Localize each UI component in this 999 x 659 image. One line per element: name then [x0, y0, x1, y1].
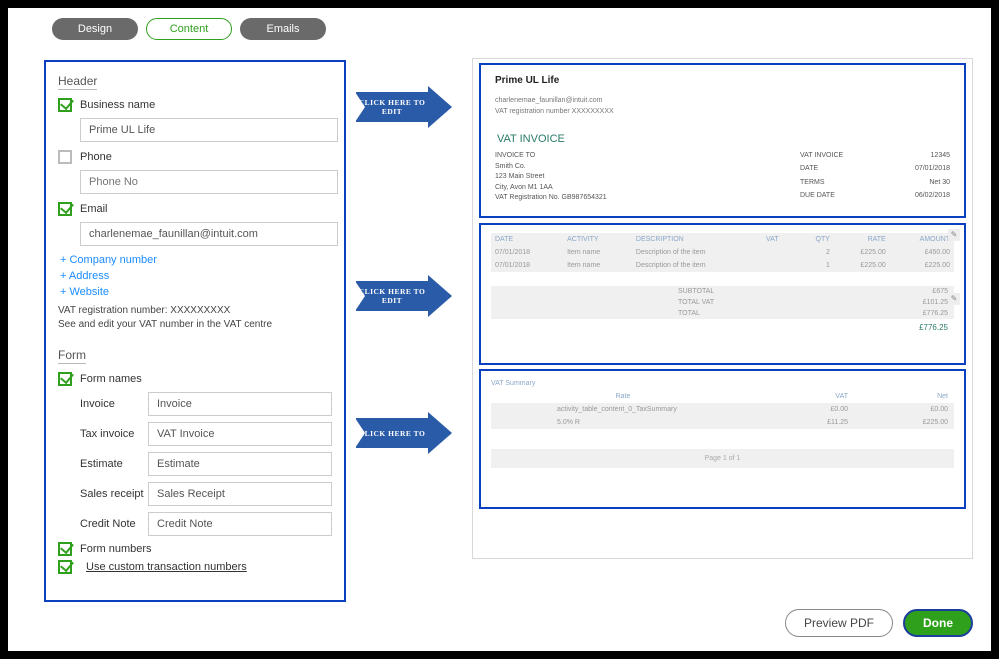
checkbox-form-names[interactable]	[58, 372, 72, 386]
vat-summary-row: activity_table_content_0_TaxSummary £0.0…	[491, 403, 954, 416]
input-email[interactable]	[80, 222, 338, 246]
label-form-names: Form names	[80, 373, 142, 385]
input-tax-invoice-name[interactable]	[148, 422, 332, 446]
label-form-numbers: Form numbers	[80, 543, 152, 555]
preview-bill-to: INVOICE TO Smith Co. 123 Main Street Cit…	[495, 151, 800, 204]
section-header: Header	[58, 74, 97, 90]
label-email: Email	[80, 203, 108, 215]
input-sales-receipt-name[interactable]	[148, 482, 332, 506]
input-credit-note-name[interactable]	[148, 512, 332, 536]
tabs-bar: Design Content Emails	[8, 8, 991, 46]
app-window: Design Content Emails Header Business na…	[8, 8, 991, 651]
label-business-name: Business name	[80, 99, 155, 111]
tab-emails[interactable]: Emails	[240, 18, 326, 40]
page-indicator: Page 1 of 1	[491, 449, 954, 468]
preview-header-region[interactable]: Prime UL Life charlenemae_faunillan@intu…	[479, 63, 966, 218]
preview-contact-lines: charlenemae_faunillan@intuit.com VAT reg…	[495, 96, 950, 117]
preview-line-items-table: DATE ACTIVITY DESCRIPTION VAT QTY RATE A…	[491, 233, 954, 272]
link-address[interactable]: + Address	[60, 270, 332, 282]
label-invoice: Invoice	[58, 398, 148, 410]
label-custom-txn: Use custom transaction numbers	[86, 561, 247, 573]
preview-balance-due: £776.25	[491, 319, 954, 336]
arrow-annotation-2: CLICK HERE TO EDIT	[356, 275, 454, 317]
checkbox-email[interactable]	[58, 202, 72, 216]
done-button[interactable]: Done	[903, 609, 973, 637]
preview-totals: SUBTOTAL£675 TOTAL VAT£101.25 TOTAL£776.…	[491, 286, 954, 319]
table-row: 07/01/2018 Item name Description of the …	[491, 246, 954, 259]
button-bar: Preview PDF Done	[785, 609, 973, 637]
checkbox-custom-txn[interactable]	[58, 560, 72, 574]
link-website[interactable]: + Website	[60, 286, 332, 298]
checkbox-form-numbers[interactable]	[58, 542, 72, 556]
input-phone[interactable]	[80, 170, 338, 194]
edit-panel: Header Business name Phone Email + Compa…	[44, 60, 346, 602]
arrow-annotation-1: CLICK HERE TO EDIT	[356, 86, 454, 128]
pencil-icon[interactable]: ✎	[948, 229, 960, 241]
checkbox-business-name[interactable]	[58, 98, 72, 112]
preview-pdf-button[interactable]: Preview PDF	[785, 609, 893, 637]
checkbox-phone[interactable]	[58, 150, 72, 164]
label-sales-receipt: Sales receipt	[58, 488, 148, 500]
tab-design[interactable]: Design	[52, 18, 138, 40]
table-row: 07/01/2018 Item name Description of the …	[491, 259, 954, 272]
arrow-annotation-3: CLICK HERE TO	[356, 412, 454, 454]
vat-registration-note: VAT registration number: XXXXXXXXX See a…	[58, 304, 332, 332]
label-phone: Phone	[80, 151, 112, 163]
preview-doc-title: VAT INVOICE	[497, 133, 950, 145]
pencil-icon[interactable]: ✎	[948, 293, 960, 305]
input-invoice-name[interactable]	[148, 392, 332, 416]
label-tax-invoice: Tax invoice	[58, 428, 148, 440]
input-estimate-name[interactable]	[148, 452, 332, 476]
label-credit-note: Credit Note	[58, 518, 148, 530]
vat-summary-title: VAT Summary	[491, 379, 954, 390]
preview-items-region[interactable]: ✎ DATE ACTIVITY DESCRIPTION VAT QTY RATE…	[479, 223, 966, 365]
link-company-number[interactable]: + Company number	[60, 254, 332, 266]
vat-summary-header: Rate VAT Net	[491, 390, 954, 403]
preview-invoice-meta: VAT INVOICE12345 DATE07/01/2018 TERMSNet…	[800, 151, 950, 204]
preview-business-name: Prime UL Life	[495, 75, 950, 86]
section-form: Form	[58, 348, 86, 364]
label-estimate: Estimate	[58, 458, 148, 470]
input-business-name[interactable]	[80, 118, 338, 142]
preview-vat-summary-region[interactable]: VAT Summary Rate VAT Net activity_table_…	[479, 369, 966, 509]
tab-content[interactable]: Content	[146, 18, 232, 40]
invoice-preview: Prime UL Life charlenemae_faunillan@intu…	[472, 58, 973, 559]
vat-summary-row: 5.0% R £11.25 £225.00	[491, 416, 954, 429]
